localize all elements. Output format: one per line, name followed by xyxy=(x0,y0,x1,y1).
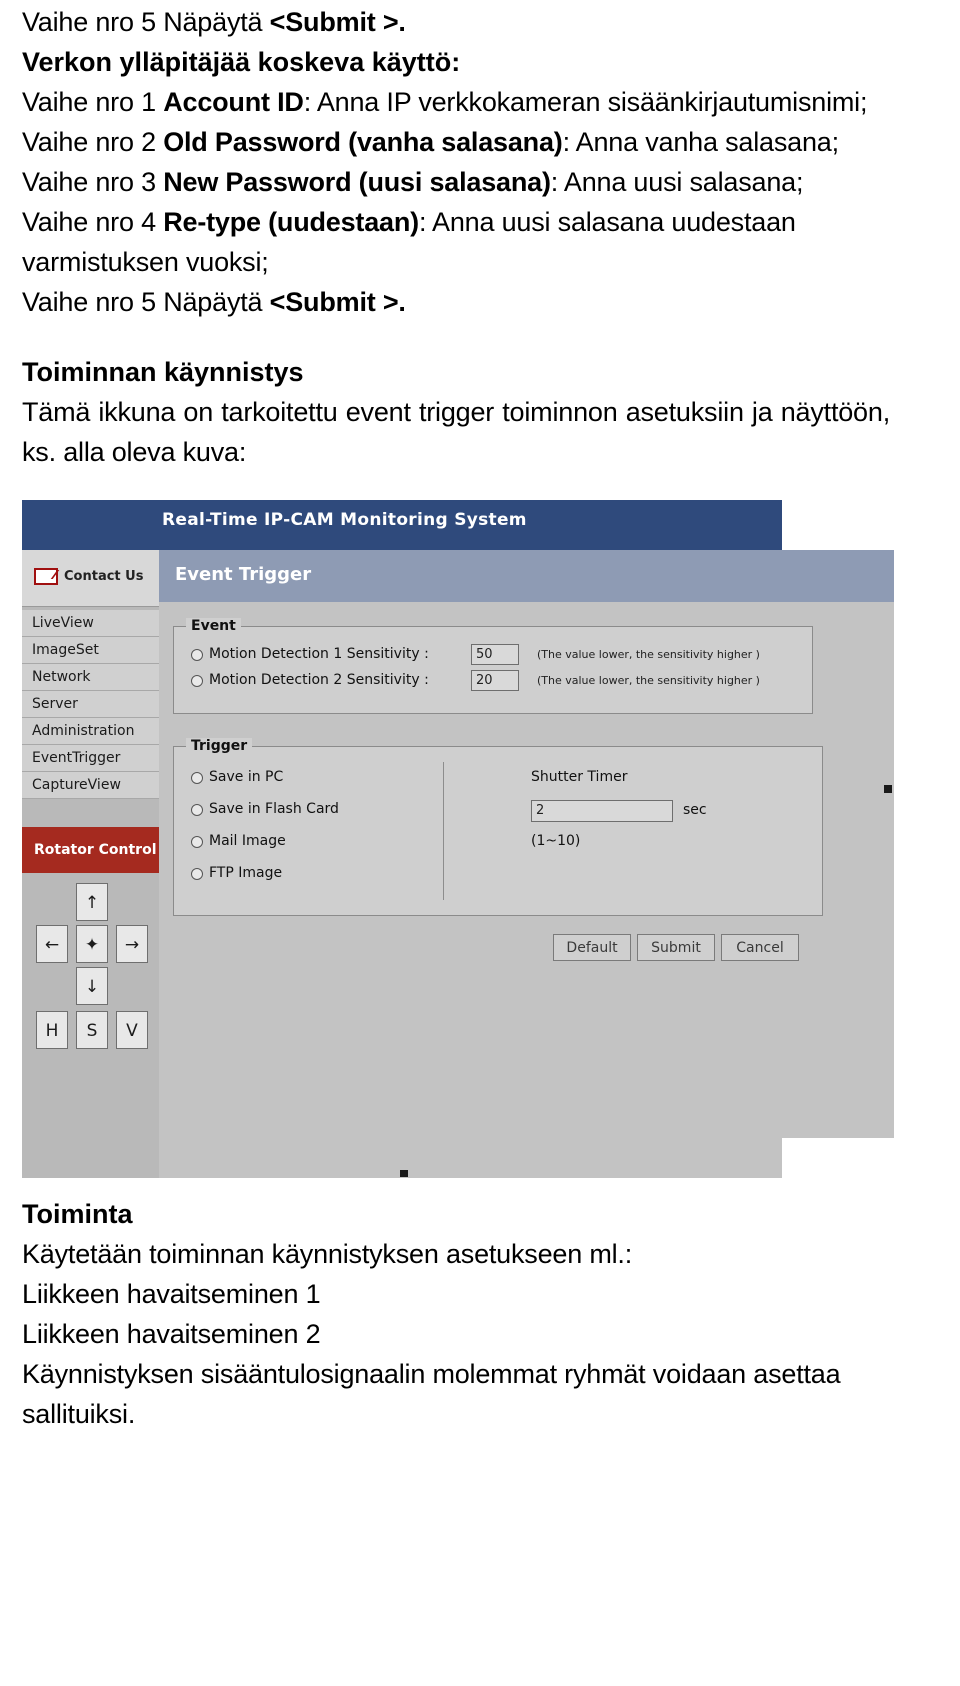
event-group-title: Event xyxy=(186,618,241,634)
admin-step-4-pre: Vaihe nro 4 xyxy=(22,207,164,237)
scan-edge-bottomright xyxy=(782,1138,894,1178)
pad-h-button[interactable]: H xyxy=(36,1011,68,1049)
admin-step-4: Vaihe nro 4 Re-type (uudestaan): Anna uu… xyxy=(22,202,938,282)
trigger-group-title: Trigger xyxy=(186,738,253,754)
submit-button[interactable]: Submit xyxy=(637,934,715,961)
admin-step-5: Vaihe nro 5 Näpäytä <Submit >. xyxy=(22,282,938,322)
cancel-button[interactable]: Cancel xyxy=(721,934,799,961)
document-page: Vaihe nro 5 Näpäytä <Submit >. Verkon yl… xyxy=(0,0,960,1686)
save-in-flash-card-label: Save in Flash Card xyxy=(209,801,339,817)
sidebar-item-imageset[interactable]: ImageSet xyxy=(22,637,159,664)
pad-right-button[interactable]: → xyxy=(116,925,148,963)
admin-section-heading: Verkon ylläpitäjää koskeva käyttö: xyxy=(22,47,461,77)
admin-step-3: Vaihe nro 3 New Password (uusi salasana)… xyxy=(22,162,938,202)
sidebar-item-eventtrigger[interactable]: EventTrigger xyxy=(22,745,159,772)
shutter-timer-range: (1~10) xyxy=(531,833,581,849)
admin-step-3-post: : Anna uusi salasana; xyxy=(550,167,804,197)
spacer-after-figure xyxy=(22,1178,938,1194)
motion-detection-2-hint: (The value lower, the sensitivity higher… xyxy=(537,674,760,687)
contact-us-label: Contact Us xyxy=(64,569,144,584)
top-line-bold: <Submit >. xyxy=(269,7,406,37)
motion-detection-2-value[interactable]: 20 xyxy=(471,670,519,691)
motion-detection-1-label: Motion Detection 1 Sensitivity : xyxy=(209,646,429,662)
shutter-timer-label: Shutter Timer xyxy=(531,769,628,785)
mail-image-label: Mail Image xyxy=(209,833,286,849)
save-in-pc-label: Save in PC xyxy=(209,769,284,785)
envelope-icon xyxy=(34,568,58,585)
admin-step-2-post: : Anna vanha salasana; xyxy=(562,127,840,157)
scan-edge-top xyxy=(22,498,894,500)
admin-step-1-pre: Vaihe nro 1 xyxy=(22,87,164,117)
app-title: Real-Time IP-CAM Monitoring System xyxy=(162,510,527,530)
action-line-1: Käytetään toiminnan käynnistyksen asetuk… xyxy=(22,1239,633,1269)
shutter-timer-unit: sec xyxy=(683,802,707,818)
scan-edge-topright xyxy=(782,498,894,550)
admin-step-2-bold: Old Password (vanha salasana) xyxy=(163,127,563,157)
ftp-image-radio[interactable] xyxy=(191,868,203,880)
motion-detection-1-hint: (The value lower, the sensitivity higher… xyxy=(537,648,760,661)
default-button[interactable]: Default xyxy=(553,934,631,961)
shutter-timer-input[interactable]: 2 xyxy=(531,800,673,822)
mail-image-radio[interactable] xyxy=(191,836,203,848)
pad-v-button[interactable]: V xyxy=(116,1011,148,1049)
motion-detection-2-radio[interactable] xyxy=(191,675,203,687)
pad-down-button[interactable]: ↓ xyxy=(76,967,108,1005)
motion-detection-1-radio[interactable] xyxy=(191,649,203,661)
sidebar-gap xyxy=(22,799,159,827)
motion-detection-1-value[interactable]: 50 xyxy=(471,644,519,665)
sidebar-item-contact-us[interactable]: Contact Us xyxy=(22,550,159,607)
action-section-heading: Toiminta xyxy=(22,1199,133,1229)
panel-header: Event Trigger xyxy=(159,550,894,602)
admin-step-3-pre: Vaihe nro 3 xyxy=(22,167,164,197)
trigger-divider xyxy=(443,762,444,900)
action-line-2: Liikkeen havaitseminen 1 xyxy=(22,1279,321,1309)
ftp-image-label: FTP Image xyxy=(209,865,283,881)
sidebar-item-server[interactable]: Server xyxy=(22,691,159,718)
sidebar-item-network[interactable]: Network xyxy=(22,664,159,691)
main-content: Event Trigger Event Motion Detection 1 S… xyxy=(159,550,894,1178)
top-continuation-line: Vaihe nro 5 Näpäytä <Submit >. xyxy=(22,0,938,42)
pad-up-button[interactable]: ↑ xyxy=(76,883,108,921)
action-line-4: Käynnistyksen sisääntulosignaalin molemm… xyxy=(22,1359,841,1429)
scan-tick-bottom xyxy=(400,1170,408,1177)
admin-step-1-post: : Anna IP verkkokameran sisäänkirjautumi… xyxy=(303,87,868,117)
trigger-section-body: Tämä ikkuna on tarkoitettu event trigger… xyxy=(22,397,890,467)
pad-s-button[interactable]: S xyxy=(76,1011,108,1049)
admin-step-5-pre: Vaihe nro 5 Näpäytä xyxy=(22,287,270,317)
event-trigger-screenshot: Real-Time IP-CAM Monitoring System Conta… xyxy=(22,498,894,1178)
top-line-prefix: Vaihe nro 5 Näpäytä xyxy=(22,7,270,37)
admin-step-3-bold: New Password (uusi salasana) xyxy=(163,167,551,197)
save-in-flash-card-radio[interactable] xyxy=(191,804,203,816)
save-in-pc-radio[interactable] xyxy=(191,772,203,784)
panel-title: Event Trigger xyxy=(175,564,312,585)
action-line-3: Liikkeen havaitseminen 2 xyxy=(22,1319,321,1349)
pad-center-button[interactable]: ✦ xyxy=(76,925,108,963)
sidebar-item-captureview[interactable]: CaptureView xyxy=(22,772,159,799)
pad-left-button[interactable]: ← xyxy=(36,925,68,963)
sidebar-item-administration[interactable]: Administration xyxy=(22,718,159,745)
motion-detection-2-label: Motion Detection 2 Sensitivity : xyxy=(209,672,429,688)
admin-step-4-bold: Re-type (uudestaan) xyxy=(163,207,419,237)
admin-step-2: Vaihe nro 2 Old Password (vanha salasana… xyxy=(22,122,938,162)
admin-step-2-pre: Vaihe nro 2 xyxy=(22,127,164,157)
sidebar-item-rotator-control[interactable]: Rotator Control xyxy=(22,827,159,873)
sidebar-item-liveview[interactable]: LiveView xyxy=(22,610,159,637)
admin-step-1: Vaihe nro 1 Account ID: Anna IP verkkoka… xyxy=(22,82,938,122)
scan-tick-right xyxy=(884,785,892,793)
admin-step-5-bold: <Submit >. xyxy=(269,287,406,317)
trigger-section-heading: Toiminnan käynnistys xyxy=(22,357,304,387)
spacer-before-trigger xyxy=(22,322,938,352)
admin-step-1-bold: Account ID xyxy=(163,87,304,117)
